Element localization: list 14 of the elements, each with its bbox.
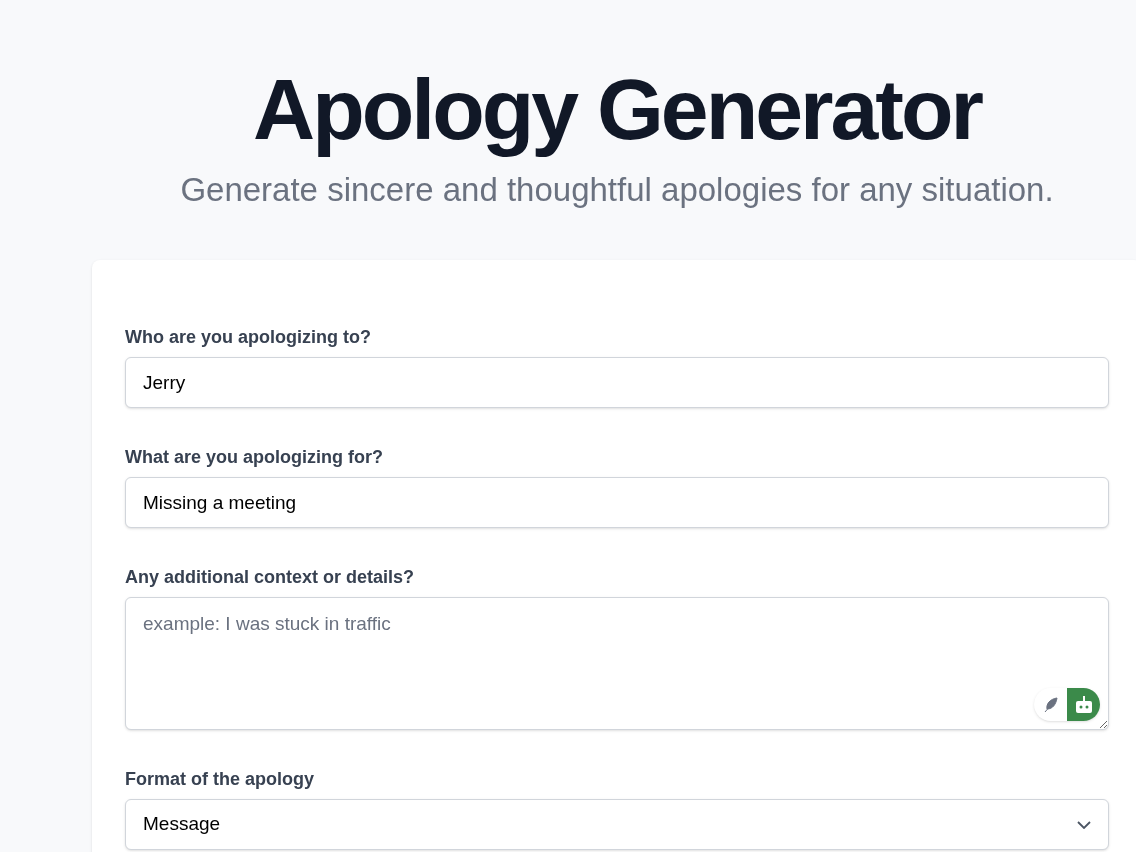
- field-label: Any additional context or details?: [125, 568, 415, 587]
- chevron-down-icon: [1077, 820, 1091, 829]
- robot-icon[interactable]: [1073, 695, 1094, 714]
- feather-icon[interactable]: [1042, 696, 1059, 713]
- page-subtitle: Generate sincere and thoughtful apologies for any situation.: [180, 173, 1054, 207]
- page-title: Apology Generator: [253, 60, 981, 159]
- text-field[interactable]: Jerry: [125, 357, 1109, 409]
- textarea-field[interactable]: example: I was stuck in traffic: [125, 597, 1109, 731]
- field-label: What are you apologizing for?: [125, 448, 383, 467]
- writing-assistant-widget[interactable]: [1034, 688, 1100, 722]
- field-label: Format of the apology: [125, 770, 314, 789]
- field-label: Who are you apologizing to?: [125, 328, 371, 347]
- text-field[interactable]: Missing a meeting: [125, 477, 1109, 529]
- format-select[interactable]: Message: [125, 799, 1109, 851]
